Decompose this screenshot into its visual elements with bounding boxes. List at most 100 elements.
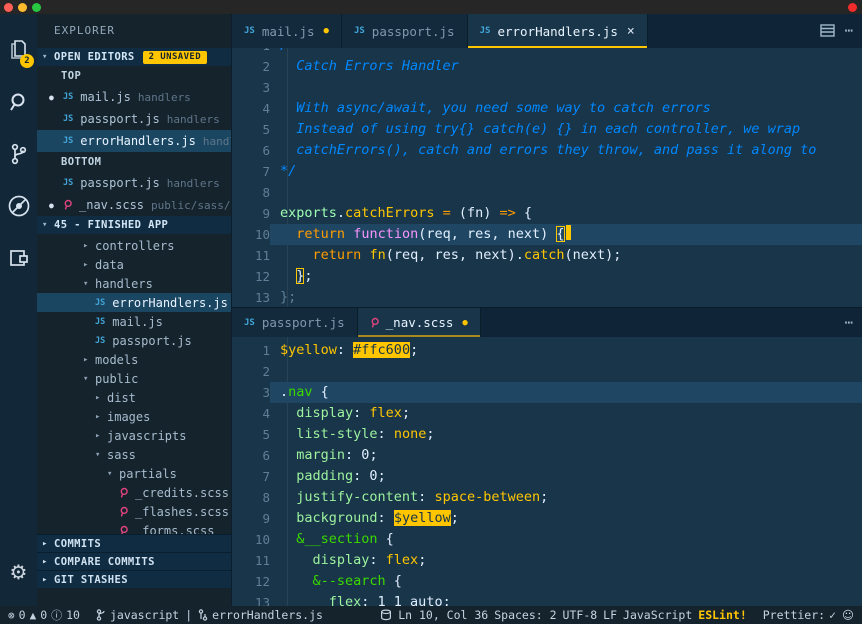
git-branch-indicator[interactable]: javascript	[96, 608, 179, 622]
search-icon[interactable]	[0, 76, 37, 128]
tab-label: errorHandlers.js	[497, 23, 618, 39]
sidebar-section-git-stashes[interactable]: ▸ GIT STASHES	[37, 570, 231, 588]
eslint-status[interactable]: ESLint!	[698, 608, 746, 622]
indentation-indicator[interactable]: Spaces: 2	[494, 608, 556, 622]
code-line-6[interactable]: 6 margin: 0;	[232, 445, 862, 466]
code-line-10[interactable]: 10 return function(req, res, next) {	[232, 224, 862, 245]
sidebar-section-commits[interactable]: ▸ COMMITS	[37, 534, 231, 552]
prettier-status[interactable]: Prettier: ✓	[763, 608, 836, 622]
code-line-2[interactable]: 2 Catch Errors Handler	[232, 56, 862, 77]
tree-item-public[interactable]: ▾ public	[37, 369, 231, 388]
code-editor-top[interactable]: 1/*2 Catch Errors Handler34 With async/a…	[232, 48, 862, 308]
minimize-window-button[interactable]	[18, 3, 27, 12]
toggle-layout-icon[interactable]	[819, 22, 835, 41]
js-icon: JS	[95, 297, 106, 308]
code-line-11[interactable]: 11 return fn(req, res, next).catch(next)…	[232, 245, 862, 266]
code-line-4[interactable]: 4 display: flex;	[232, 403, 862, 424]
settings-gear-icon[interactable]: ⚙	[0, 560, 37, 584]
tree-item-label: public	[95, 371, 139, 386]
tree-item-images[interactable]: ▸ images	[37, 407, 231, 426]
code-line-12[interactable]: 12 };	[232, 266, 862, 287]
close-window-button[interactable]	[4, 3, 13, 12]
file-tree: ▸ controllers ▸ data ▾ handlers JS errorHandler…	[37, 236, 231, 535]
title-bar	[0, 0, 862, 14]
dirty-dot-icon[interactable]: ●	[462, 318, 467, 328]
open-editor-item-passport.js[interactable]: JS passport.js handlers	[37, 108, 231, 130]
problems-indicator[interactable]: ⊗ 0 ▲ 0 ⓘ 10	[8, 607, 80, 623]
code-line-10[interactable]: 10 &__section {	[232, 529, 862, 550]
tab-mail.js[interactable]: JS mail.js ●	[232, 14, 342, 48]
tab-passport.js[interactable]: JS passport.js	[232, 308, 358, 338]
sidebar-section-compare-commits[interactable]: ▸ COMPARE COMMITS	[37, 552, 231, 570]
source-control-icon[interactable]	[0, 128, 37, 180]
language-indicator[interactable]: JavaScript	[623, 608, 692, 622]
open-editor-item-errorHandlers.js[interactable]: JS errorHandlers.js handler…	[37, 130, 231, 152]
eol-indicator[interactable]: LF	[603, 608, 617, 622]
open-editors-header[interactable]: ▾ OPEN EDITORS 2 UNSAVED	[37, 48, 231, 66]
tree-item-javascripts[interactable]: ▸ javascripts	[37, 426, 231, 445]
code-line-13[interactable]: 13 flex: 1 1 auto;	[232, 592, 862, 606]
chevron-right-icon: ▸	[95, 430, 101, 441]
tree-item-partials[interactable]: ▾ partials	[37, 464, 231, 483]
code-line-content	[270, 361, 862, 382]
explorer-icon[interactable]: 2	[0, 24, 37, 76]
sass-icon	[64, 199, 72, 210]
js-icon: JS	[63, 92, 74, 102]
tree-item-dist[interactable]: ▸ dist	[37, 388, 231, 407]
code-line-8[interactable]: 8 justify-content: space-between;	[232, 487, 862, 508]
code-line-4[interactable]: 4 With async/await, you need some way to…	[232, 98, 862, 119]
tree-item-_flashes.scss[interactable]: _flashes.scss	[37, 502, 231, 521]
code-line-11[interactable]: 11 display: flex;	[232, 550, 862, 571]
open-editor-item-_nav.scss[interactable]: ● _nav.scss public/sass/pa…	[37, 194, 231, 216]
extensions-icon[interactable]	[0, 232, 37, 284]
code-line-1[interactable]: 1/*	[232, 48, 862, 56]
code-line-8[interactable]: 8	[232, 182, 862, 203]
dirty-dot-icon[interactable]: ●	[324, 26, 329, 36]
code-line-3[interactable]: 3	[232, 77, 862, 98]
tree-item-handlers[interactable]: ▾ handlers	[37, 274, 231, 293]
encoding-indicator[interactable]: UTF-8	[563, 608, 598, 622]
tree-item-_forms.scss[interactable]: _forms.scss	[37, 521, 231, 535]
warning-icon: ▲	[29, 608, 37, 622]
file-name: errorHandlers.js	[80, 134, 196, 148]
tab-_nav.scss[interactable]: _nav.scss ●	[357, 308, 481, 338]
code-line-6[interactable]: 6 catchErrors(), catch and errors they t…	[232, 140, 862, 161]
code-editor-bottom[interactable]: 1 $yellow: #ffc600; 2 3 .nav {4 display: fle…	[232, 337, 862, 606]
debug-icon[interactable]	[0, 180, 37, 232]
tree-item-controllers[interactable]: ▸ controllers	[37, 236, 231, 255]
tab-errorHandlers.js[interactable]: JS errorHandlers.js ×	[467, 14, 648, 48]
info-icon: ⓘ	[51, 609, 63, 622]
server-indicator[interactable]	[380, 609, 392, 621]
code-line-9[interactable]: 9 background: $yellow;	[232, 508, 862, 529]
open-editor-item-passport.js[interactable]: JS passport.js handlers	[37, 172, 231, 194]
tree-item-models[interactable]: ▸ models	[37, 350, 231, 369]
code-line-13[interactable]: 13};	[232, 287, 862, 307]
feedback-smiley-icon[interactable]: ☺	[842, 608, 854, 622]
code-line-7[interactable]: 7 */	[232, 161, 862, 182]
tree-item-mail.js[interactable]: JS mail.js	[37, 312, 231, 331]
code-line-12[interactable]: 12 &--search {	[232, 571, 862, 592]
code-line-7[interactable]: 7 padding: 0;	[232, 466, 862, 487]
close-icon[interactable]: ×	[627, 24, 635, 39]
cursor-position[interactable]: Ln 10, Col 36	[398, 608, 488, 622]
tab-passport.js[interactable]: JS passport.js	[341, 14, 468, 48]
js-icon: JS	[63, 136, 74, 146]
code-line-3[interactable]: 3 .nav {	[232, 382, 862, 404]
code-line-5[interactable]: 5 Instead of using try{} catch(e) {} in …	[232, 119, 862, 140]
tree-item-errorHandlers.js[interactable]: JS errorHandlers.js	[37, 293, 231, 312]
code-line-9[interactable]: 9 exports.catchErrors = (fn) => {	[232, 203, 862, 224]
code-line-1[interactable]: 1 $yellow: #ffc600;	[232, 340, 862, 361]
tree-item-data[interactable]: ▸ data	[37, 255, 231, 274]
git-file-indicator[interactable]: errorHandlers.js	[198, 608, 323, 622]
chevron-right-icon: ▸	[42, 556, 48, 567]
more-actions-icon[interactable]: ⋯	[845, 315, 854, 331]
more-actions-icon[interactable]: ⋯	[845, 23, 854, 39]
tree-item-sass[interactable]: ▾ sass	[37, 445, 231, 464]
tree-item-passport.js[interactable]: JS passport.js	[37, 331, 231, 350]
tree-item-_credits.scss[interactable]: _credits.scss	[37, 483, 231, 502]
open-editor-item-mail.js[interactable]: ● JS mail.js handlers	[37, 86, 231, 108]
folder-root-header[interactable]: ▾ 45 - FINISHED APP	[37, 216, 231, 234]
code-line-2[interactable]: 2	[232, 361, 862, 382]
code-line-5[interactable]: 5 list-style: none;	[232, 424, 862, 445]
maximize-window-button[interactable]	[32, 3, 41, 12]
